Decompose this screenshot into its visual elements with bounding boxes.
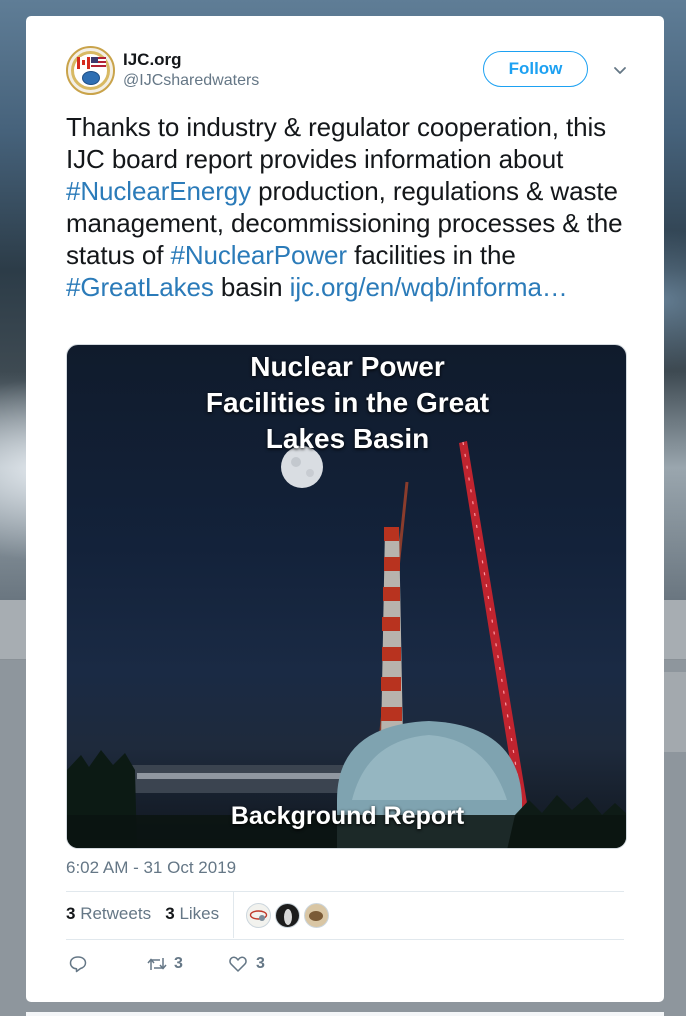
stats-separator [233,892,234,938]
likes-stat[interactable]: 3 Likes [165,904,219,923]
media-caption: Background Report [230,802,465,830]
tweet-text-segment: facilities in the [346,240,516,270]
retweets-label: Retweets [80,904,152,923]
liker-avatar[interactable] [275,903,300,928]
likes-label: Likes [179,904,220,923]
retweet-icon [147,958,167,970]
liker-avatar[interactable] [304,903,329,928]
tweet-timestamp[interactable]: 6:02 AM - 31 Oct 2019 [66,858,236,878]
report-link[interactable]: ijc.org/en/wqb/informa… [290,272,568,302]
stats-top-divider [66,891,624,892]
hashtag-nuclear-energy[interactable]: #NuclearEnergy [66,176,251,206]
author-handle[interactable]: @IJCsharedwaters [123,72,259,90]
retweet-button[interactable]: 3 [146,954,183,974]
retweet-count: 3 [174,955,183,972]
avatar[interactable] [66,46,115,95]
chevron-down-icon[interactable] [610,60,630,80]
retweets-count: 3 [66,904,76,923]
us-flag-icon [91,57,106,69]
hashtag-great-lakes[interactable]: #GreatLakes [66,272,214,302]
like-button[interactable]: 3 [228,954,265,974]
retweets-stat[interactable]: 3 Retweets [66,904,151,923]
tweet-actions: 3 3 [66,954,366,978]
background-sidebar-card [664,672,686,752]
follow-button[interactable]: Follow [483,51,588,87]
tweet-stats: 3 Retweets 3 Likes [66,904,219,928]
tweet-text-segment: basin [213,272,290,302]
likes-count: 3 [165,904,175,923]
tweet-header: IJC.org @IJCsharedwaters Follow [66,46,636,102]
background-next-card [26,1012,664,1016]
liker-avatar[interactable] [246,903,271,928]
hashtag-nuclear-power[interactable]: #NuclearPower [171,240,348,270]
author-name[interactable]: IJC.org [123,50,182,70]
globe-icon [82,71,100,85]
reply-button[interactable] [68,954,88,974]
tweet-text-segment: Thanks to industry & regulator cooperati… [66,112,607,174]
tweet-text: Thanks to industry & regulator cooperati… [66,111,636,303]
media-title: Nuclear Power Facilities in the Great La… [205,351,490,454]
canada-flag-icon [77,57,90,69]
like-count: 3 [256,955,265,972]
stats-bottom-divider [66,939,624,940]
tweet-card: IJC.org @IJCsharedwaters Follow Thanks t… [26,16,664,1002]
heart-icon [229,956,247,972]
reply-icon [69,956,87,973]
media-image[interactable]: Nuclear Power Facilities in the Great La… [66,344,627,849]
